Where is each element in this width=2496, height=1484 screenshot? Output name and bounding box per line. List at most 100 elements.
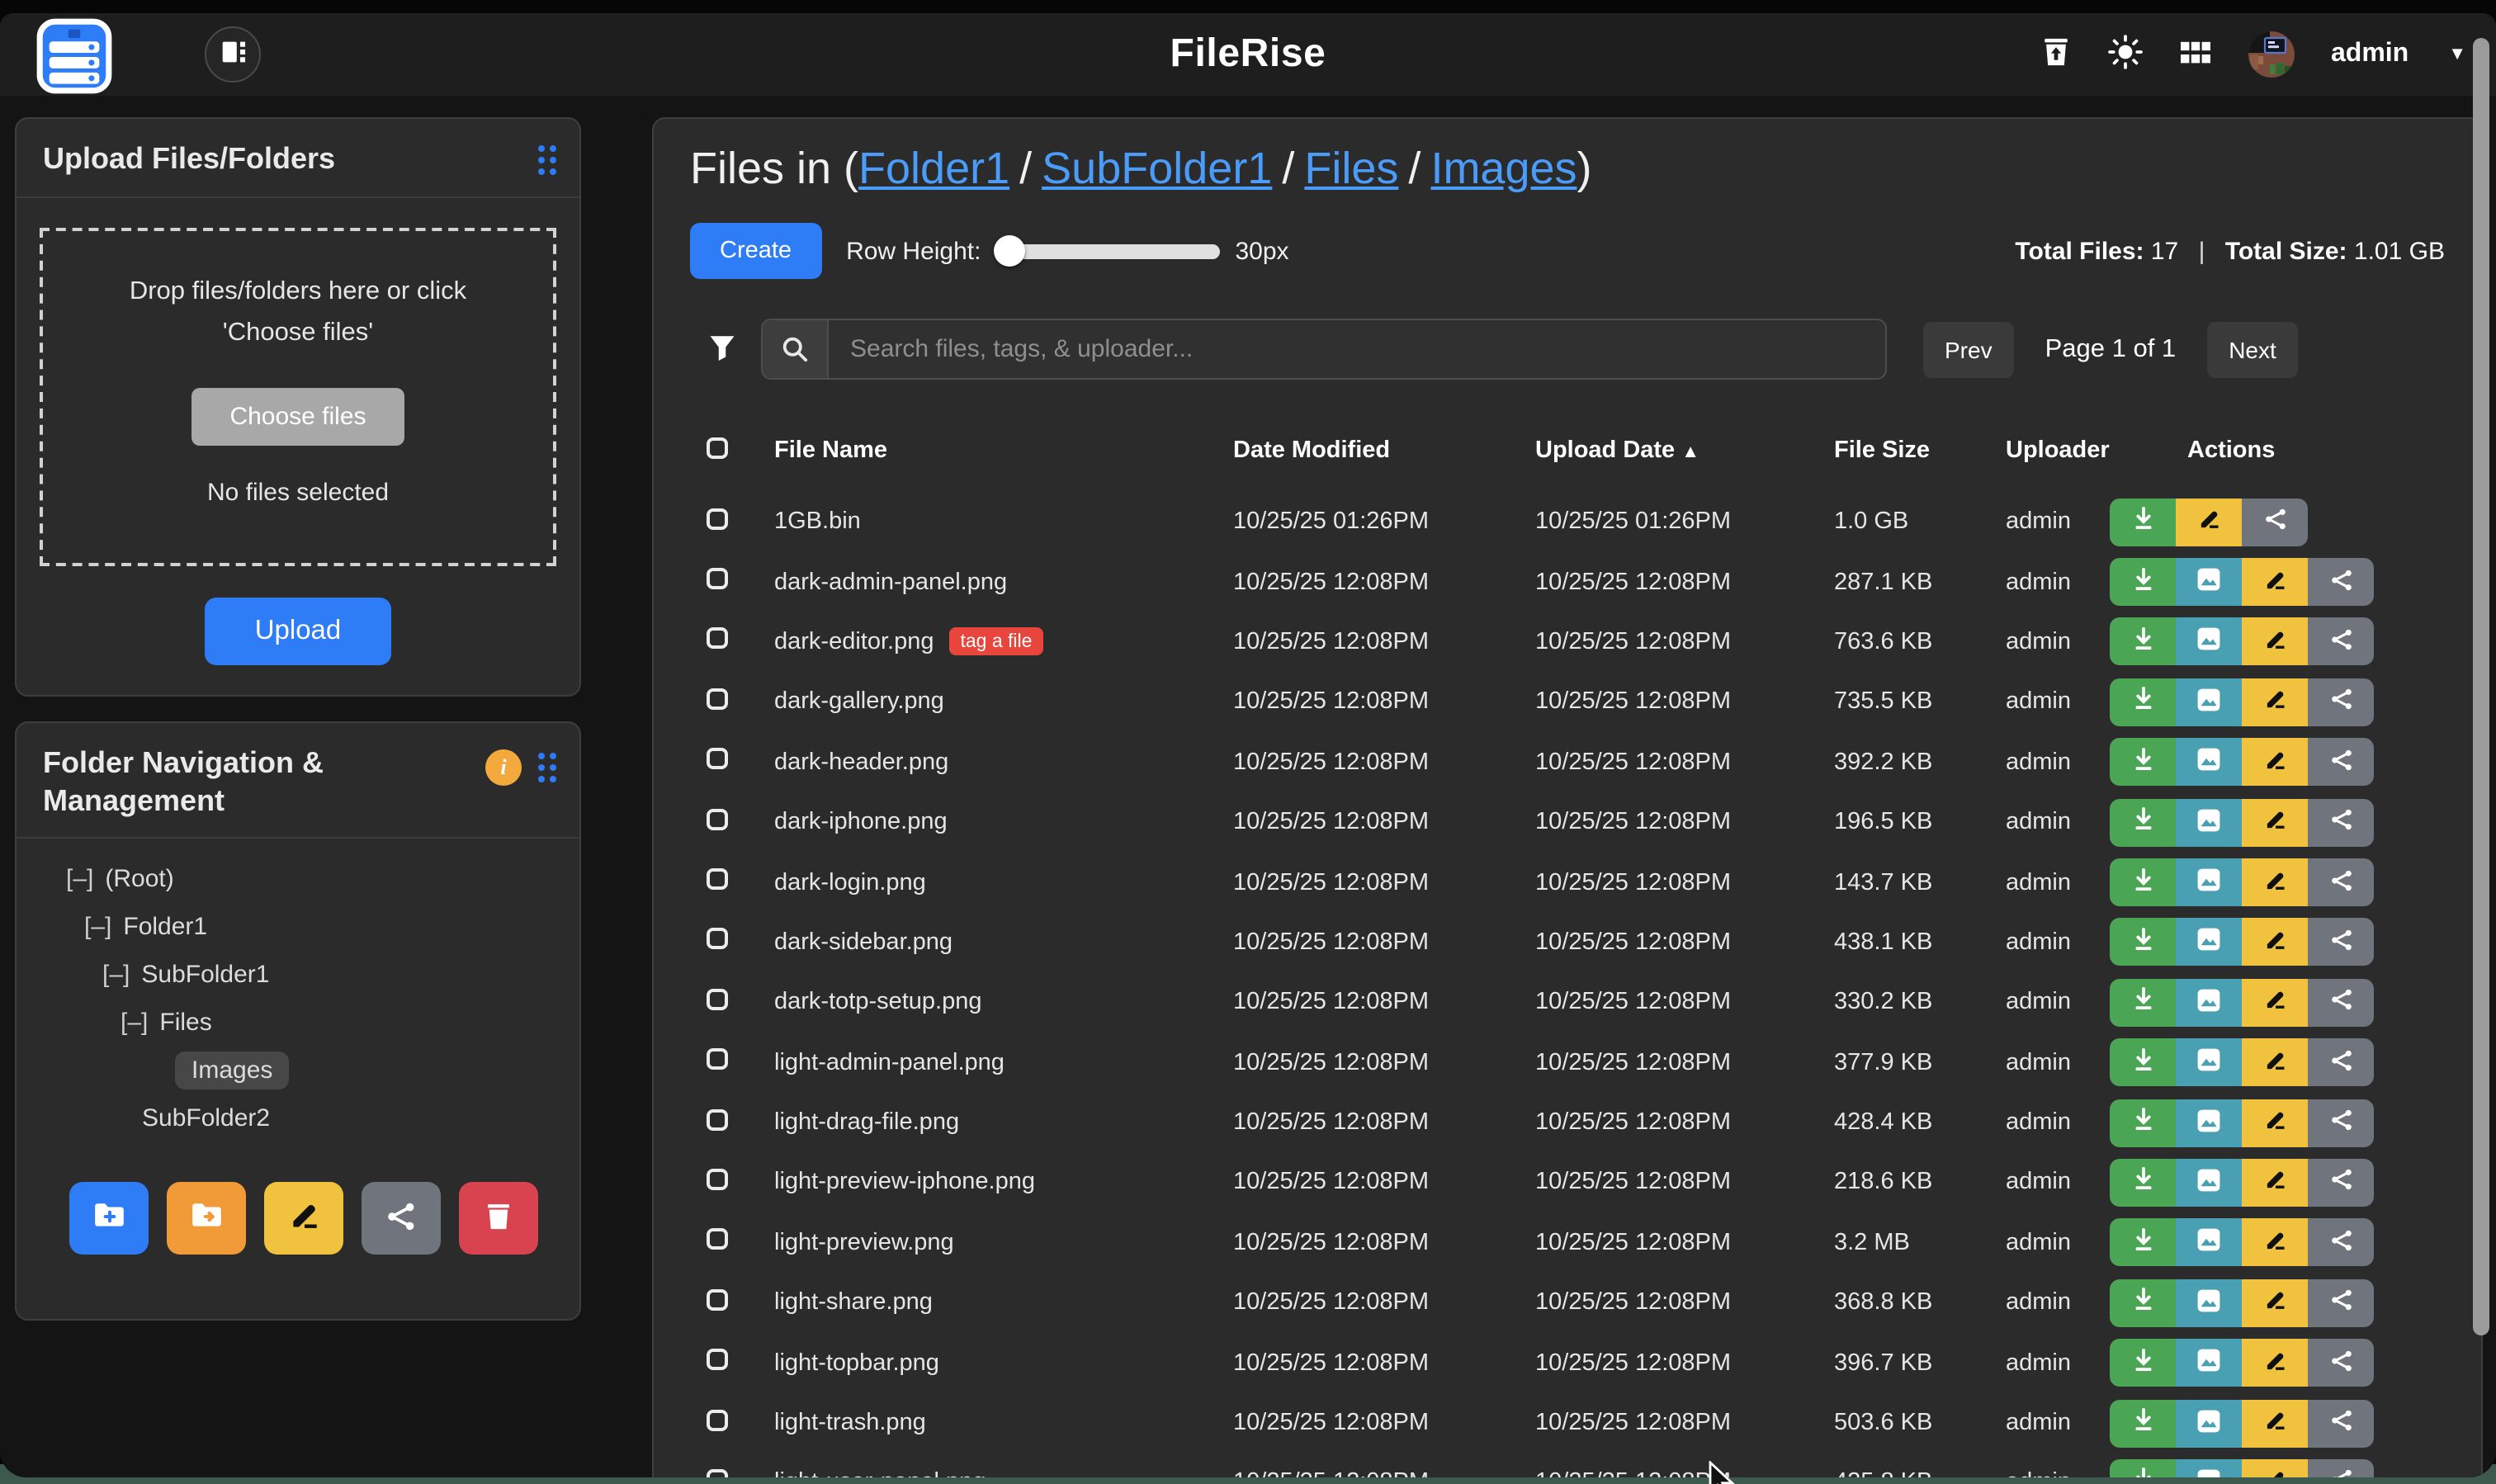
preview-button[interactable] (2176, 798, 2242, 846)
edit-button[interactable] (2242, 919, 2308, 966)
tree-expander-icon[interactable]: [–] (102, 961, 130, 989)
breadcrumb-link-files[interactable]: Files (1304, 144, 1398, 193)
download-button[interactable] (2110, 919, 2176, 966)
preview-button[interactable] (2176, 739, 2242, 787)
tree-item-root[interactable]: [–](Root) (40, 855, 556, 903)
download-button[interactable] (2110, 1099, 2176, 1146)
share-button[interactable] (2308, 1459, 2374, 1477)
rename-folder-button[interactable] (264, 1182, 343, 1255)
file-name[interactable]: dark-editor.pngtag a file (766, 628, 1225, 656)
row-checkbox[interactable] (707, 1169, 728, 1190)
drag-handle-icon[interactable] (538, 145, 556, 175)
download-button[interactable] (2110, 618, 2176, 666)
share-button[interactable] (2308, 1279, 2374, 1327)
slider-thumb[interactable] (994, 235, 1025, 267)
download-button[interactable] (2110, 1399, 2176, 1447)
delete-folder-button[interactable] (459, 1182, 538, 1255)
edit-button[interactable] (2242, 1038, 2308, 1086)
download-button[interactable] (2110, 739, 2176, 787)
share-button[interactable] (2308, 1159, 2374, 1207)
file-name[interactable]: dark-totp-setup.png (766, 990, 1225, 1016)
header-uploader[interactable]: Uploader (1983, 437, 2101, 464)
file-name[interactable]: dark-gallery.png (766, 689, 1225, 716)
file-name[interactable]: light-drag-file.png (766, 1109, 1225, 1136)
edit-button[interactable] (2242, 1219, 2308, 1267)
preview-button[interactable] (2176, 618, 2242, 666)
row-checkbox[interactable] (707, 989, 728, 1010)
download-button[interactable] (2110, 678, 2176, 726)
row-checkbox[interactable] (707, 1409, 728, 1430)
preview-button[interactable] (2176, 979, 2242, 1027)
preview-button[interactable] (2176, 1459, 2242, 1477)
row-checkbox[interactable] (707, 868, 728, 890)
share-button[interactable] (2308, 1099, 2374, 1146)
share-folder-button[interactable] (362, 1182, 441, 1255)
download-button[interactable] (2110, 979, 2176, 1027)
row-checkbox[interactable] (707, 1289, 728, 1311)
drag-handle-icon[interactable] (538, 753, 556, 782)
edit-button[interactable] (2242, 1159, 2308, 1207)
create-folder-button[interactable] (69, 1182, 149, 1255)
header-file-name[interactable]: File Name (766, 437, 1225, 464)
preview-button[interactable] (2176, 1099, 2242, 1146)
file-name[interactable]: dark-sidebar.png (766, 929, 1225, 956)
share-button[interactable] (2308, 798, 2374, 846)
file-name[interactable]: dark-iphone.png (766, 809, 1225, 835)
upload-button[interactable]: Upload (206, 598, 391, 666)
breadcrumb-link-folder1[interactable]: Folder1 (858, 144, 1009, 193)
header-upload-date[interactable]: Upload Date▲ (1527, 437, 1826, 464)
row-checkbox[interactable] (707, 1349, 728, 1370)
tag-badge[interactable]: tag a file (948, 628, 1043, 656)
preview-button[interactable] (2176, 1339, 2242, 1387)
chevron-down-icon[interactable]: ▼ (2448, 45, 2466, 64)
edit-button[interactable] (2242, 858, 2308, 906)
download-button[interactable] (2110, 1159, 2176, 1207)
breadcrumb-link-subfolder1[interactable]: SubFolder1 (1042, 144, 1272, 193)
next-page-button[interactable]: Next (2207, 321, 2298, 377)
row-checkbox[interactable] (707, 568, 728, 589)
tree-item-subfolder1[interactable]: [–]SubFolder1 (40, 951, 556, 999)
share-button[interactable] (2242, 498, 2308, 546)
download-button[interactable] (2110, 1219, 2176, 1267)
preview-button[interactable] (2176, 858, 2242, 906)
search-input[interactable] (829, 320, 1885, 378)
file-dropzone[interactable]: Drop files/folders here or click 'Choose… (40, 227, 556, 567)
share-button[interactable] (2308, 858, 2374, 906)
edit-button[interactable] (2242, 979, 2308, 1027)
header-file-size[interactable]: File Size (1826, 437, 1983, 464)
prev-page-button[interactable]: Prev (1923, 321, 2014, 377)
row-checkbox[interactable] (707, 628, 728, 650)
edit-button[interactable] (2242, 1279, 2308, 1327)
file-name[interactable]: light-user-panel.png (766, 1470, 1225, 1477)
edit-button[interactable] (2242, 1399, 2308, 1447)
share-button[interactable] (2308, 1038, 2374, 1086)
file-name[interactable]: light-share.png (766, 1290, 1225, 1316)
file-name[interactable]: light-preview.png (766, 1230, 1225, 1256)
info-icon[interactable]: i (485, 749, 522, 786)
filter-button[interactable] (708, 333, 736, 366)
username-label[interactable]: admin (2331, 40, 2409, 69)
row-checkbox[interactable] (707, 749, 728, 770)
scrollbar-thumb[interactable] (2473, 38, 2489, 1335)
edit-button[interactable] (2242, 739, 2308, 787)
edit-button[interactable] (2176, 498, 2242, 546)
file-name[interactable]: light-topbar.png (766, 1349, 1225, 1376)
preview-button[interactable] (2176, 558, 2242, 606)
share-button[interactable] (2308, 1399, 2374, 1447)
preview-button[interactable] (2176, 678, 2242, 726)
download-button[interactable] (2110, 1459, 2176, 1477)
trash-restore-button[interactable] (2040, 36, 2072, 73)
download-button[interactable] (2110, 798, 2176, 846)
file-name[interactable]: light-admin-panel.png (766, 1049, 1225, 1075)
share-button[interactable] (2308, 618, 2374, 666)
share-button[interactable] (2308, 979, 2374, 1027)
share-button[interactable] (2308, 739, 2374, 787)
tree-item-files[interactable]: [–]Files (40, 999, 556, 1047)
download-button[interactable] (2110, 498, 2176, 546)
row-checkbox[interactable] (707, 808, 728, 829)
preview-button[interactable] (2176, 1038, 2242, 1086)
edit-button[interactable] (2242, 558, 2308, 606)
share-button[interactable] (2308, 1339, 2374, 1387)
row-checkbox[interactable] (707, 1469, 728, 1477)
file-name[interactable]: dark-login.png (766, 869, 1225, 896)
